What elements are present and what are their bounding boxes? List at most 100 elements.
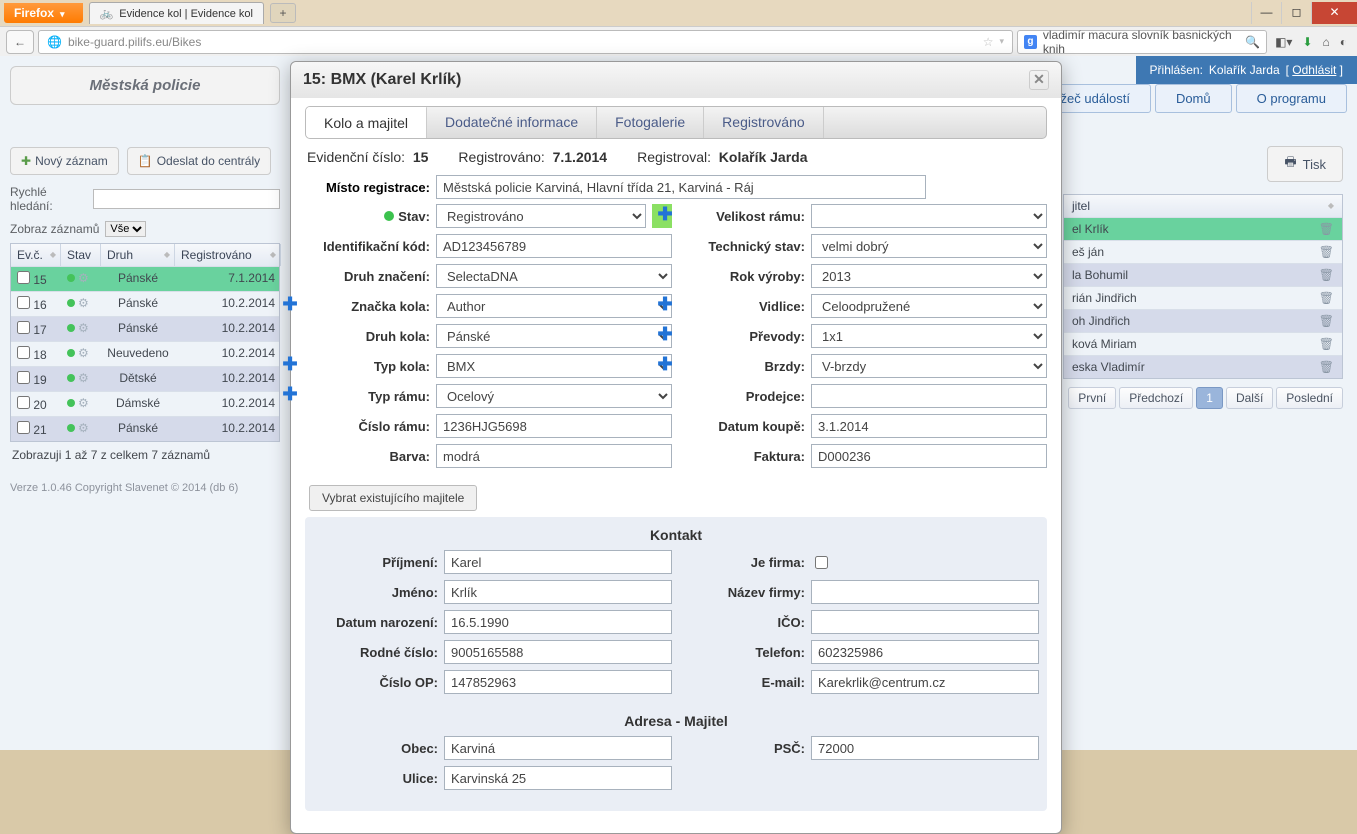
row-checkbox[interactable] xyxy=(17,296,30,309)
owner-row[interactable]: rián Jindřich🗑 xyxy=(1064,286,1342,309)
select-znacka[interactable]: Author xyxy=(436,294,672,318)
owner-row[interactable]: eska Vladimír🗑 xyxy=(1064,355,1342,378)
input-rodne[interactable] xyxy=(444,640,672,664)
tab-kolo-majitel[interactable]: Kolo a majitel xyxy=(306,106,427,138)
close-button[interactable]: ✕ xyxy=(1311,2,1357,24)
row-checkbox[interactable] xyxy=(17,421,30,434)
trash-icon[interactable]: 🗑 xyxy=(1319,360,1334,374)
maximize-button[interactable]: ◻ xyxy=(1281,2,1311,24)
add-prevody-icon[interactable]: ✚ xyxy=(656,327,674,345)
select-stav[interactable]: Registrováno xyxy=(436,204,646,228)
table-row[interactable]: 18 ⚙ Neuvedeno 10.2.2014 xyxy=(11,341,279,366)
nav-home[interactable]: Domů xyxy=(1155,84,1232,113)
trash-icon[interactable]: 🗑 xyxy=(1319,291,1334,305)
new-record-button[interactable]: ✚Nový záznam xyxy=(10,147,119,175)
firefox-menu-button[interactable]: Firefox xyxy=(4,3,83,23)
new-tab-button[interactable]: + xyxy=(270,3,296,23)
col-evc[interactable]: Ev.č. xyxy=(11,244,61,266)
trash-icon[interactable]: 🗑 xyxy=(1319,222,1334,236)
input-psc[interactable] xyxy=(811,736,1039,760)
bookmark-icon[interactable]: ☆ xyxy=(983,35,994,49)
table-row[interactable]: 21 ⚙ Pánské 10.2.2014 xyxy=(11,416,279,441)
input-ulice[interactable] xyxy=(444,766,672,790)
modal-close-button[interactable]: ✕ xyxy=(1029,70,1049,90)
url-bar[interactable]: 🌐 bike-guard.pilifs.eu/Bikes ☆▾ xyxy=(38,30,1013,54)
back-button[interactable]: ← xyxy=(6,30,34,54)
minimize-button[interactable]: — xyxy=(1251,2,1281,24)
input-op[interactable] xyxy=(444,670,672,694)
nav-about[interactable]: O programu xyxy=(1236,84,1347,113)
trash-icon[interactable]: 🗑 xyxy=(1319,314,1334,328)
input-prijmeni[interactable] xyxy=(444,550,672,574)
row-checkbox[interactable] xyxy=(17,371,30,384)
owner-row[interactable]: el Krlík🗑 xyxy=(1064,217,1342,240)
input-prodejce[interactable] xyxy=(811,384,1047,408)
owner-row[interactable]: la Bohumil🗑 xyxy=(1064,263,1342,286)
select-velikost[interactable] xyxy=(811,204,1047,228)
add-brzdy-icon[interactable]: ✚ xyxy=(656,357,674,375)
input-obec[interactable] xyxy=(444,736,672,760)
select-typramu[interactable]: Ocelový xyxy=(436,384,672,408)
records-filter-select[interactable]: Vše xyxy=(105,221,146,237)
select-brzdy[interactable]: V-brzdy xyxy=(811,354,1047,378)
pocket-icon[interactable]: ◐ xyxy=(1340,35,1347,49)
add-znacka-icon[interactable]: ✚ xyxy=(281,297,299,315)
owner-row[interactable]: oh Jindřich🗑 xyxy=(1064,309,1342,332)
tab-fotogalerie[interactable]: Fotogalerie xyxy=(597,107,704,138)
input-misto[interactable] xyxy=(436,175,926,199)
input-cisloramu[interactable] xyxy=(436,414,672,438)
quick-search-input[interactable] xyxy=(93,189,280,209)
select-znaceni[interactable]: SelectaDNA xyxy=(436,264,672,288)
table-row[interactable]: 15 ⚙ Pánské 7.1.2014 xyxy=(11,266,279,291)
col-stav[interactable]: Stav xyxy=(61,244,101,266)
col-druh[interactable]: Druh xyxy=(101,244,175,266)
row-checkbox[interactable] xyxy=(17,271,30,284)
select-prevody[interactable]: 1x1 xyxy=(811,324,1047,348)
page-next[interactable]: Další xyxy=(1226,387,1273,409)
input-narozeni[interactable] xyxy=(444,610,672,634)
table-row[interactable]: 19 ⚙ Dětské 10.2.2014 xyxy=(11,366,279,391)
owner-row[interactable]: ková Miriam🗑 xyxy=(1064,332,1342,355)
dropdown-icon[interactable]: ▾ xyxy=(1000,36,1005,47)
add-velikost-icon[interactable]: ✚ xyxy=(656,207,674,225)
select-techstav[interactable]: velmi dobrý xyxy=(811,234,1047,258)
col-owner[interactable]: jitel xyxy=(1064,195,1342,217)
checkbox-firma[interactable] xyxy=(815,556,828,569)
row-checkbox[interactable] xyxy=(17,321,30,334)
downloads-icon[interactable]: ⬇ xyxy=(1302,35,1312,49)
tab-registrovano[interactable]: Registrováno xyxy=(704,107,824,138)
bookmarks-dropdown-icon[interactable]: ◧▾ xyxy=(1275,35,1292,49)
trash-icon[interactable]: 🗑 xyxy=(1319,245,1334,259)
logout-link[interactable]: Odhlásit xyxy=(1292,63,1336,77)
page-first[interactable]: První xyxy=(1068,387,1116,409)
home-icon[interactable]: ⌂ xyxy=(1323,35,1330,49)
input-jmeno[interactable] xyxy=(444,580,672,604)
select-owner-button[interactable]: Vybrat existujícího majitele xyxy=(309,485,477,511)
search-bar[interactable]: g vladimír macura slovník basnických kni… xyxy=(1017,30,1267,54)
select-druhkola[interactable]: Pánské xyxy=(436,324,672,348)
input-email[interactable] xyxy=(811,670,1039,694)
select-typkola[interactable]: BMX xyxy=(436,354,672,378)
search-icon[interactable]: 🔍 xyxy=(1245,35,1260,49)
add-typkola-icon[interactable]: ✚ xyxy=(281,357,299,375)
table-row[interactable]: 17 ⚙ Pánské 10.2.2014 xyxy=(11,316,279,341)
input-ico[interactable] xyxy=(811,610,1039,634)
page-last[interactable]: Poslední xyxy=(1276,387,1343,409)
col-reg[interactable]: Registrováno xyxy=(175,244,281,266)
page-prev[interactable]: Předchozí xyxy=(1119,387,1193,409)
select-rokvyroby[interactable]: 2013 xyxy=(811,264,1047,288)
input-nazev[interactable] xyxy=(811,580,1039,604)
trash-icon[interactable]: 🗑 xyxy=(1319,268,1334,282)
input-barva[interactable] xyxy=(436,444,672,468)
input-telefon[interactable] xyxy=(811,640,1039,664)
trash-icon[interactable]: 🗑 xyxy=(1319,337,1334,351)
row-checkbox[interactable] xyxy=(17,396,30,409)
input-faktura[interactable] xyxy=(811,444,1047,468)
owner-row[interactable]: eš ján🗑 xyxy=(1064,240,1342,263)
table-row[interactable]: 16 ⚙ Pánské 10.2.2014 xyxy=(11,291,279,316)
page-1[interactable]: 1 xyxy=(1196,387,1223,409)
add-typramu-icon[interactable]: ✚ xyxy=(281,387,299,405)
browser-tab[interactable]: 🚲 Evidence kol | Evidence kol xyxy=(89,2,264,24)
table-row[interactable]: 20 ⚙ Dámské 10.2.2014 xyxy=(11,391,279,416)
input-idkod[interactable] xyxy=(436,234,672,258)
